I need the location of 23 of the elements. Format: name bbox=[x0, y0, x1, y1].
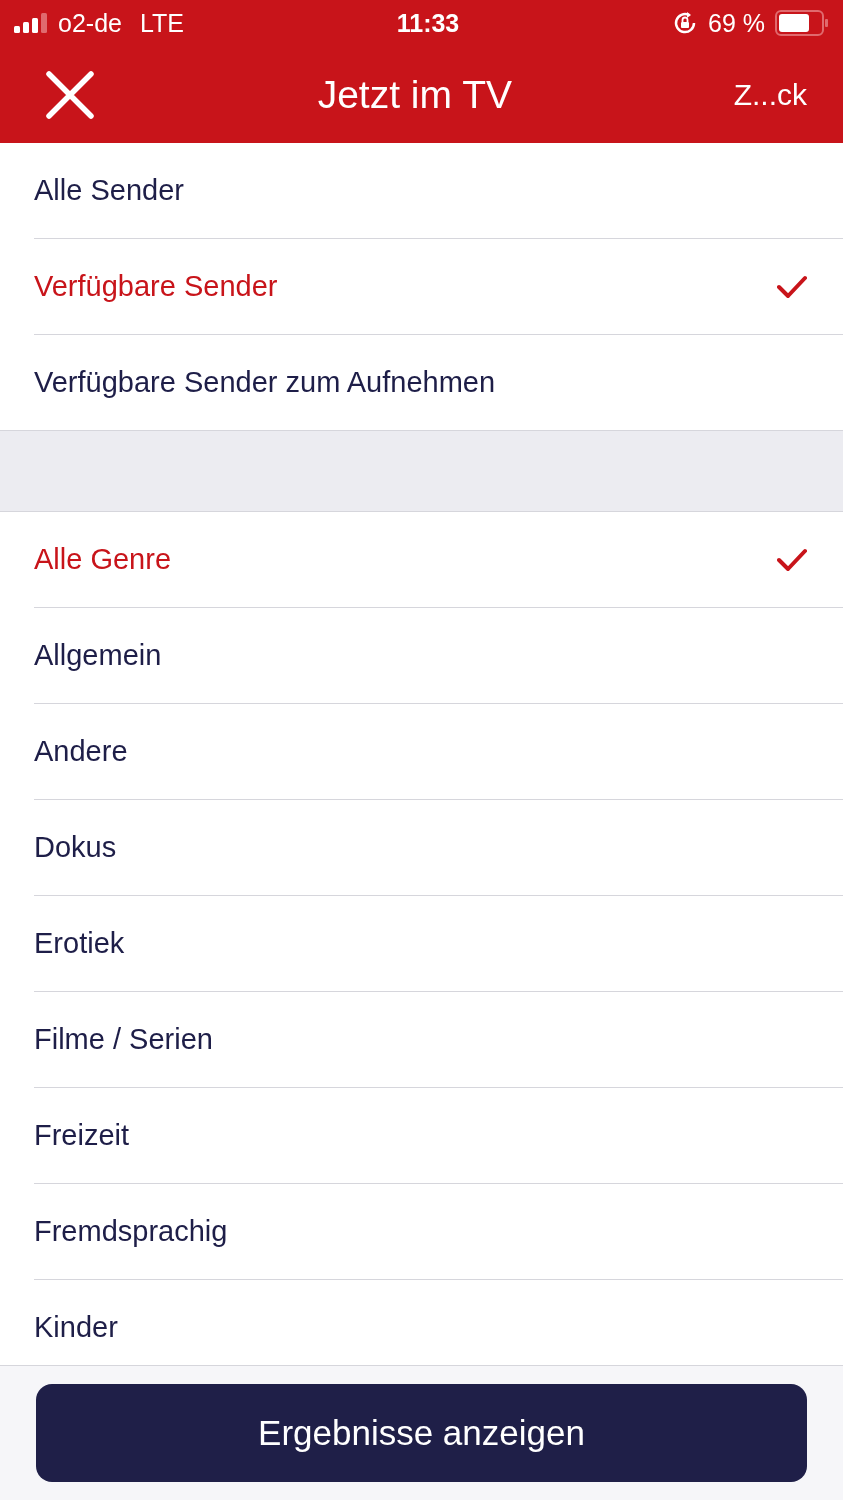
filter-option[interactable]: Fremdsprachig bbox=[34, 1184, 843, 1280]
back-link[interactable]: Z...ck bbox=[733, 77, 807, 112]
carrier-name: o2-de bbox=[58, 8, 122, 38]
signal-icon bbox=[14, 13, 48, 33]
filter-option[interactable]: Alle Sender bbox=[34, 143, 843, 239]
clock: 11:33 bbox=[396, 8, 460, 38]
close-icon bbox=[44, 68, 96, 121]
battery-icon bbox=[775, 10, 829, 36]
screen-title: Jetzt im TV bbox=[316, 72, 513, 117]
rotation-lock-icon bbox=[672, 10, 698, 36]
filter-option[interactable]: Andere bbox=[34, 704, 843, 800]
show-results-button[interactable]: Ergebnisse anzeigen bbox=[36, 1384, 807, 1482]
battery-percent: 69 % bbox=[708, 8, 765, 38]
filter-option[interactable]: Verfügbare Sender bbox=[34, 239, 843, 335]
close-button[interactable] bbox=[44, 68, 96, 121]
network-type: LTE bbox=[139, 8, 184, 38]
filter-option[interactable]: Verfügbare Sender zum Aufnehmen bbox=[34, 335, 843, 430]
filter-option[interactable]: Alle Genre bbox=[34, 512, 843, 608]
filter-option[interactable]: Allgemein bbox=[34, 608, 843, 704]
filter-option[interactable]: Filme / Serien bbox=[34, 992, 843, 1088]
filter-option[interactable]: Erotiek bbox=[34, 896, 843, 992]
filter-option[interactable]: Dokus bbox=[34, 800, 843, 896]
filter-option[interactable]: Freizeit bbox=[34, 1088, 843, 1184]
